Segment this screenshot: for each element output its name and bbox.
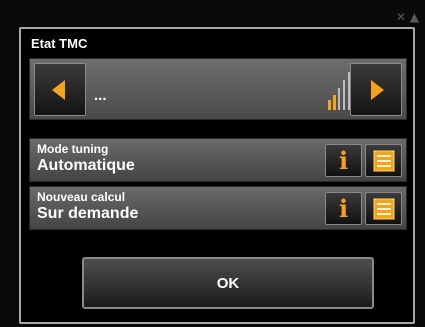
nouveau-calcul-info-button[interactable]: i bbox=[325, 192, 362, 225]
info-icon: i bbox=[338, 193, 349, 223]
previous-station-button[interactable] bbox=[34, 63, 86, 116]
option-row-nouveau-calcul: Nouveau calcul Sur demande i bbox=[29, 186, 407, 230]
option-row-mode-tuning: Mode tuning Automatique i bbox=[29, 138, 407, 182]
station-selector: ... bbox=[29, 58, 407, 120]
mode-tuning-value: Automatique bbox=[37, 157, 135, 174]
list-icon bbox=[373, 198, 394, 219]
list-icon bbox=[373, 150, 394, 171]
tmc-status-dialog: Etat TMC ... Mode tuning Automatique i N… bbox=[19, 27, 415, 324]
next-station-button[interactable] bbox=[350, 63, 402, 116]
nouveau-calcul-value: Sur demande bbox=[37, 205, 139, 222]
nouveau-calcul-list-button[interactable] bbox=[365, 192, 402, 225]
info-icon: i bbox=[338, 145, 349, 175]
background-mute-icon: ✕ ▲ bbox=[395, 10, 419, 24]
mode-tuning-label: Mode tuning bbox=[37, 142, 109, 156]
mode-tuning-info-button[interactable]: i bbox=[325, 144, 362, 177]
arrow-right-icon bbox=[371, 79, 384, 100]
mode-tuning-list-button[interactable] bbox=[365, 144, 402, 177]
ok-button[interactable]: OK bbox=[82, 257, 374, 309]
station-value: ... bbox=[94, 87, 107, 104]
arrow-left-icon bbox=[52, 79, 65, 100]
nouveau-calcul-label: Nouveau calcul bbox=[37, 190, 126, 204]
dialog-title: Etat TMC bbox=[31, 36, 88, 51]
